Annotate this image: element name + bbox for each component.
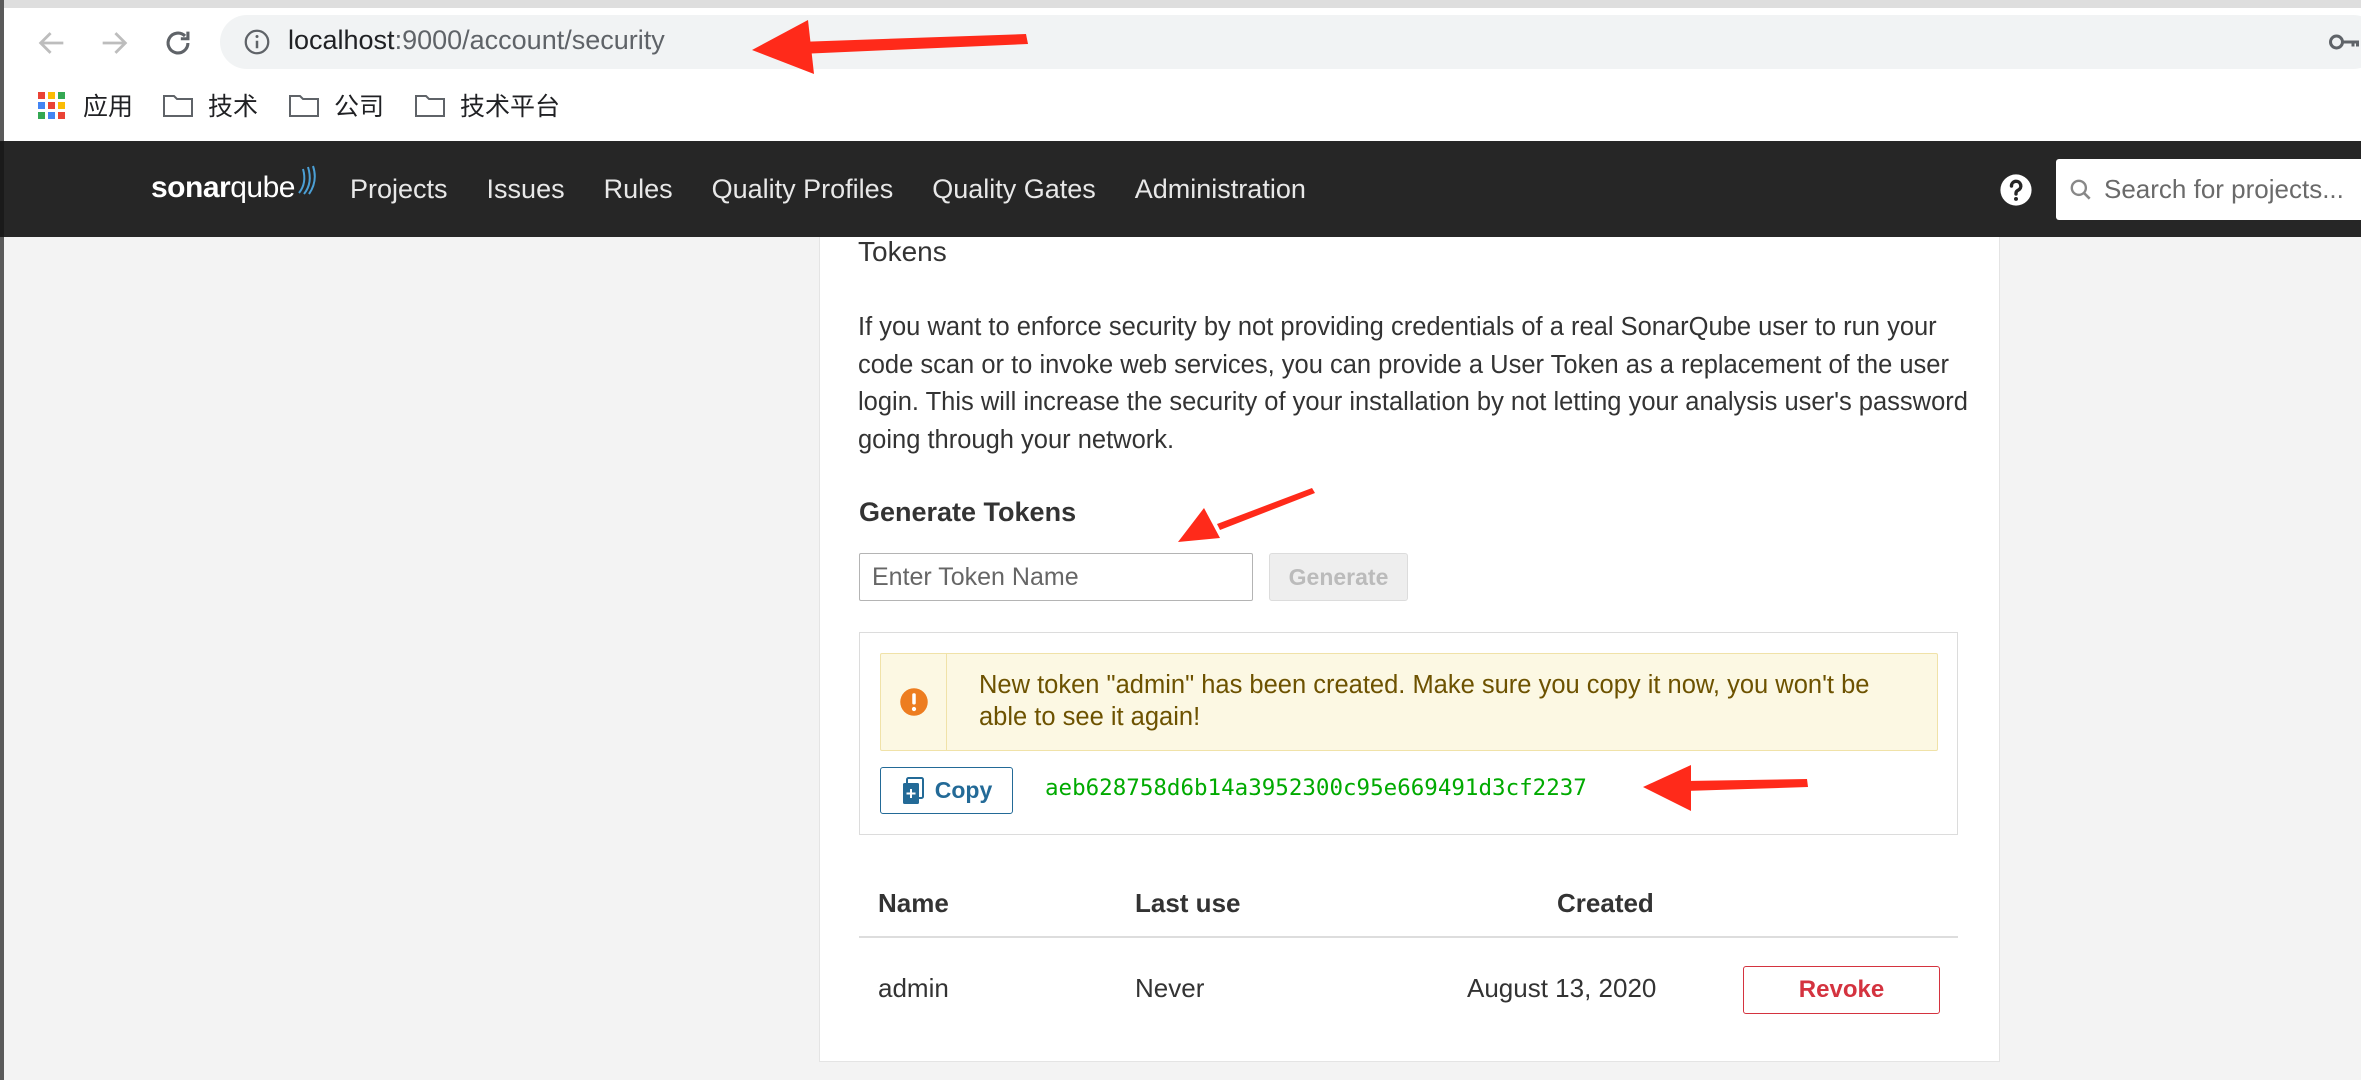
url-host: localhost [288,25,395,55]
column-header-created: Created [1557,888,1654,918]
search-input[interactable] [2102,169,2357,209]
bookmarks-bar: 应用 技术 公司 技术平台 [4,82,2361,128]
menu-issues[interactable]: Issues [487,174,565,205]
token-created-cell: August 13, 2020 [1467,973,1657,1003]
arrow-left-icon [38,32,64,54]
generate-button[interactable]: Generate [1269,553,1408,601]
key-icon[interactable] [2326,24,2361,60]
column-header-last-use: Last use [1135,888,1241,918]
window-edge [0,237,4,1080]
menu-quality-gates[interactable]: Quality Gates [932,174,1096,205]
help-icon[interactable] [1999,173,2033,207]
bookmark-label: 技术平台 [460,93,561,121]
address-bar[interactable]: localhost:9000/account/security [220,15,2361,69]
forward-button[interactable] [90,19,138,67]
browser-toolbar: localhost:9000/account/security 应用 技术 公司 [0,0,2361,141]
bookmark-label: 公司 [334,93,385,121]
token-last-use-cell: Never [1135,973,1205,1003]
copy-icon [902,776,924,804]
search-icon [2070,179,2091,200]
token-value[interactable]: aeb628758d6b14a3952300c95e669491d3cf2237 [1045,775,1587,801]
menu-administration[interactable]: Administration [1135,174,1306,205]
table-header-divider [859,936,1958,938]
bookmark-label: 应用 [83,93,134,121]
menu-quality-profiles[interactable]: Quality Profiles [712,174,894,205]
folder-icon [415,95,445,117]
logo-sonar-text: sonar [151,171,231,204]
exclamation-circle-icon [899,688,928,716]
menu-projects[interactable]: Projects [350,174,448,205]
bookmark-apps[interactable]: 应用 [38,82,133,128]
url-text[interactable]: localhost:9000/account/security [288,25,665,56]
bookmark-folder-company[interactable]: 公司 [288,82,384,128]
bookmark-label: 技术 [208,93,259,121]
folder-icon [163,95,193,117]
warning-message: New token "admin" has been created. Make… [979,671,1870,731]
copy-token-button[interactable]: Copy [880,767,1013,814]
column-header-name: Name [878,888,949,918]
main-menu: Projects Issues Rules Quality Profiles Q… [350,141,1345,237]
url-path: :9000/account/security [394,25,665,55]
arrow-right-icon [102,32,128,54]
menu-rules[interactable]: Rules [604,174,673,205]
revoke-button[interactable]: Revoke [1743,966,1940,1014]
token-created-warning: New token "admin" has been created. Make… [880,653,1938,751]
reload-button[interactable] [154,19,202,67]
back-button[interactable] [28,19,76,67]
apps-grid-icon [38,91,65,119]
bookmark-folder-tech[interactable]: 技术 [162,82,258,128]
token-name-input[interactable] [859,553,1253,601]
tokens-description: If you want to enforce security by not p… [858,313,1968,454]
generate-tokens-heading: Generate Tokens [859,497,1077,527]
copy-label: Copy [934,777,993,803]
sonarqube-logo[interactable]: sonar qube [151,163,317,213]
token-name-cell: admin [878,973,949,1003]
reload-icon [166,31,190,55]
bookmark-folder-tech-platform[interactable]: 技术平台 [414,82,560,128]
project-search[interactable] [2056,159,2361,220]
tokens-heading: Tokens [858,236,947,267]
sonar-waves-icon [298,165,316,195]
folder-icon [289,95,319,117]
warning-icon-cell [881,654,947,750]
site-info-icon[interactable] [242,27,272,57]
tab-strip-edge [4,0,2361,8]
logo-qube-text: qube [230,171,295,204]
